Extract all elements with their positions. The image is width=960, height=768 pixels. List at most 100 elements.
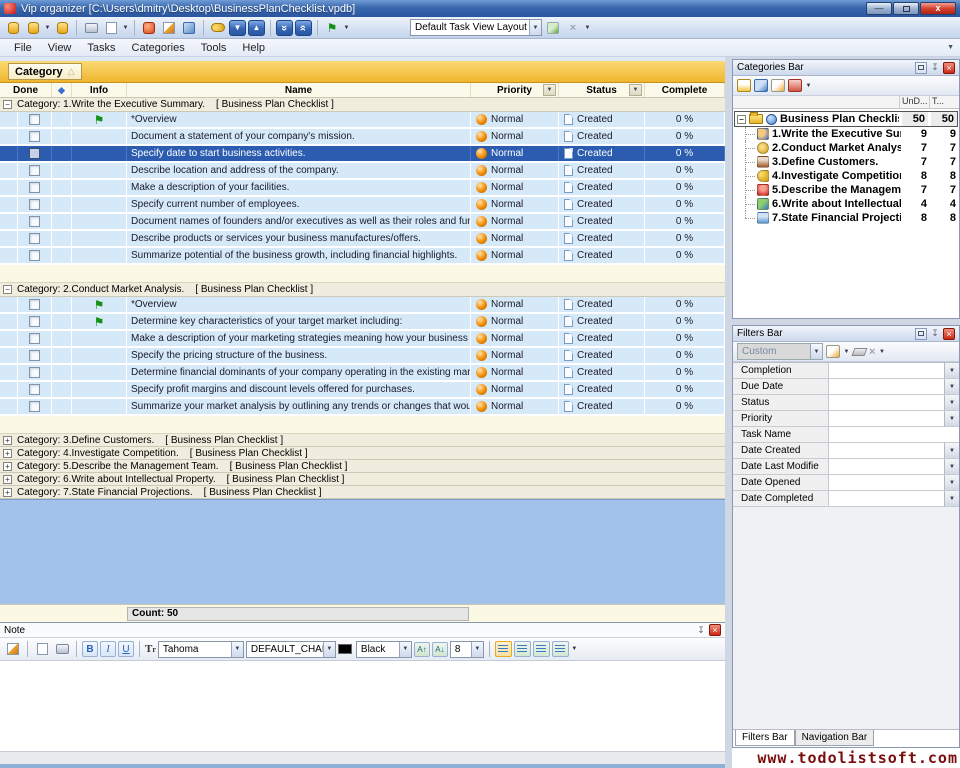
combo-dropdown-icon[interactable] [323,642,335,657]
underline-button[interactable]: U [118,641,134,657]
edit-task-button[interactable] [160,19,178,37]
tree-root-item[interactable]: Business Plan Checklist 50 50 [734,111,958,127]
tab-navigation-bar[interactable]: Navigation Bar [795,730,875,746]
task-row[interactable]: Specify the pricing structure of the bus… [0,348,725,365]
new-subcategory-button[interactable] [754,79,768,92]
menu-categories[interactable]: Categories [124,41,193,55]
restore-icon[interactable] [915,62,927,74]
font-color-combo[interactable]: Black [356,641,412,658]
new-task-button[interactable] [140,19,158,37]
open-database-button[interactable] [24,19,42,37]
move-down-button[interactable] [229,20,246,36]
menu-help[interactable]: Help [234,41,273,55]
categories-toolbar-dropdown[interactable] [805,77,812,95]
combo-dropdown-icon[interactable] [399,642,411,657]
apply-filter-button[interactable] [826,345,840,358]
task-row[interactable]: Summarize potential of the business grow… [0,248,725,265]
task-row[interactable]: *OverviewNormalCreated0 % [0,297,725,314]
font-size-combo[interactable]: 8 [450,641,484,658]
column-header-status[interactable]: Status [559,83,645,97]
minimize-button[interactable]: — [866,2,892,15]
priority-filter-dropdown[interactable] [543,84,556,96]
filters-close-icon[interactable] [943,328,955,340]
bullet-list-button[interactable] [552,641,569,657]
done-checkbox[interactable] [29,401,40,412]
task-row[interactable]: *OverviewNormalCreated0 % [0,112,725,129]
combo-dropdown-icon[interactable] [471,642,483,657]
task-row[interactable]: Make a description of your facilities.No… [0,180,725,197]
expand-icon[interactable] [3,462,12,471]
filter-value-input[interactable] [829,363,944,378]
status-filter-dropdown[interactable] [629,84,642,96]
filter-dropdown-icon[interactable] [944,395,959,410]
task-row[interactable]: Specify current number of employees.Norm… [0,197,725,214]
close-button[interactable]: x [920,2,956,15]
note-close-icon[interactable] [709,624,721,636]
open-database-dropdown[interactable] [44,19,51,37]
column-undone[interactable]: UnD... [899,96,929,108]
maximize-button[interactable] [893,2,919,15]
expand-icon[interactable] [3,449,12,458]
done-checkbox[interactable] [29,114,40,125]
menu-tasks[interactable]: Tasks [79,41,123,55]
collapse-all-button[interactable] [295,20,312,36]
save-database-button[interactable] [53,19,71,37]
category-group-row[interactable]: Category: 3.Define Customers.[ Business … [0,434,725,447]
filter-dropdown-icon[interactable] [944,443,959,458]
filter-value-input[interactable] [829,395,944,410]
align-left-button[interactable] [495,641,512,657]
tree-item[interactable]: 5.Describe the Management Te77 [733,183,959,197]
task-row[interactable]: Specify profit margins and discount leve… [0,382,725,399]
task-row[interactable]: Document a statement of your company's m… [0,129,725,146]
column-header-complete[interactable]: Complete [645,83,725,97]
decrease-font-button[interactable]: A↓ [432,642,448,657]
task-row[interactable]: Make a description of your marketing str… [0,331,725,348]
note-edit-button[interactable] [4,640,22,658]
filter-preset-combo[interactable]: Custom [737,343,823,360]
vertical-splitter[interactable] [725,57,732,768]
edit-category-button[interactable] [771,79,785,92]
column-header-info[interactable]: Info [72,83,127,97]
filter-value-input[interactable] [829,459,944,474]
delete-category-button[interactable] [788,79,802,92]
done-checkbox[interactable] [29,233,40,244]
align-right-button[interactable] [533,641,550,657]
increase-font-button[interactable]: A↑ [414,642,430,657]
done-checkbox[interactable] [29,384,40,395]
print-dropdown[interactable] [122,19,129,37]
task-row[interactable]: Determine key characteristics of your ta… [0,314,725,331]
done-checkbox[interactable] [29,199,40,210]
filter-dropdown-icon[interactable] [944,379,959,394]
pin-icon[interactable] [695,624,707,636]
filter-value-input[interactable] [829,379,944,394]
remove-filter-icon[interactable] [869,346,875,358]
toolbar-overflow-dropdown[interactable] [584,19,591,37]
filter-value-input[interactable] [829,491,944,506]
new-database-button[interactable] [4,19,22,37]
filter-dropdown-icon[interactable] [944,363,959,378]
tree-item[interactable]: 3.Define Customers.77 [733,155,959,169]
notify-dropdown[interactable] [343,19,350,37]
delete-layout-button[interactable] [564,19,582,37]
expand-icon[interactable] [3,488,12,497]
tree-item[interactable]: 2.Conduct Market Analysis.77 [733,141,959,155]
combo-dropdown-icon[interactable] [529,20,541,35]
note-print-button[interactable] [53,640,71,658]
category-group-row[interactable]: Category: 6.Write about Intellectual Pro… [0,473,725,486]
pin-icon[interactable] [929,62,941,74]
task-row[interactable]: Describe location and address of the com… [0,163,725,180]
pin-icon[interactable] [929,328,941,340]
category-group-row[interactable]: Category: 2.Conduct Market Analysis.[ Bu… [0,283,725,297]
collapse-icon[interactable] [3,100,12,109]
task-row[interactable]: Document names of founders and/or execut… [0,214,725,231]
done-checkbox[interactable] [29,299,40,310]
category-group-row[interactable]: Category: 1.Write the Executive Summary.… [0,98,725,112]
filter-dropdown-icon[interactable] [944,491,959,506]
combo-dropdown-icon[interactable] [231,642,243,657]
filter-dropdown[interactable] [843,343,850,361]
notify-button[interactable] [323,19,341,37]
menu-file[interactable]: File [6,41,40,55]
expand-icon[interactable] [3,436,12,445]
task-row[interactable]: Determine financial dominants of your co… [0,365,725,382]
delete-task-button[interactable] [180,19,198,37]
